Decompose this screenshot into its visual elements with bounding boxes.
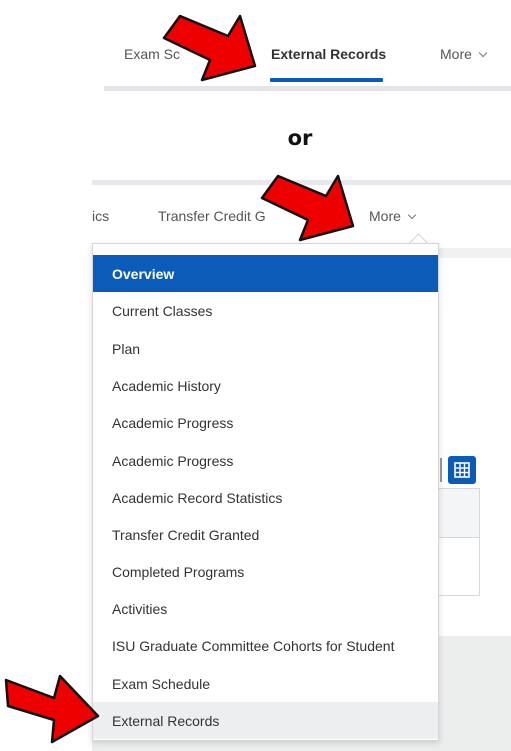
more-dropdown-menu: Overview Current Classes Plan Academic H… xyxy=(92,243,439,741)
red-arrow-icon xyxy=(162,14,257,82)
tab-external-records[interactable]: External Records xyxy=(271,46,386,62)
tab-transfer-credit[interactable]: Transfer Credit G xyxy=(158,208,266,224)
tab-more-open[interactable]: More xyxy=(369,208,417,224)
active-tab-indicator xyxy=(270,78,383,82)
menu-item-academic-history[interactable]: Academic History xyxy=(93,367,438,404)
menu-item-academic-progress[interactable]: Academic Progress xyxy=(93,404,438,441)
menu-item-transfer-credit-granted[interactable]: Transfer Credit Granted xyxy=(93,516,438,553)
menu-item-overview[interactable]: Overview xyxy=(93,255,438,292)
chevron-down-icon xyxy=(478,48,488,58)
menu-item-academic-progress-2[interactable]: Academic Progress xyxy=(93,442,438,479)
menu-item-completed-programs[interactable]: Completed Programs xyxy=(93,553,438,590)
background-table xyxy=(436,488,480,596)
tab-more[interactable]: More xyxy=(440,46,488,62)
menu-item-isu-graduate-committee[interactable]: ISU Graduate Committee Cohorts for Stude… xyxy=(93,627,438,664)
tab-more-label: More xyxy=(440,46,472,62)
grid-view-icon xyxy=(454,462,470,478)
menu-item-external-records[interactable]: External Records xyxy=(93,702,438,739)
background-table-divider xyxy=(437,537,479,538)
or-separator: or xyxy=(287,126,313,150)
tab-more-label: More xyxy=(369,208,401,224)
menu-item-exam-schedule[interactable]: Exam Schedule xyxy=(93,665,438,702)
red-arrow-icon xyxy=(260,174,355,242)
view-toggle-separator xyxy=(440,458,442,482)
menu-item-plan[interactable]: Plan xyxy=(93,330,438,367)
menu-item-academic-record-statistics[interactable]: Academic Record Statistics xyxy=(93,479,438,516)
grid-view-button[interactable] xyxy=(448,456,476,484)
menu-item-current-classes[interactable]: Current Classes xyxy=(93,292,438,329)
red-arrow-icon xyxy=(4,674,100,744)
tab-partial[interactable]: ics xyxy=(92,208,109,224)
background-table-header xyxy=(437,489,479,537)
chevron-down-icon xyxy=(407,210,417,220)
menu-item-activities[interactable]: Activities xyxy=(93,590,438,627)
